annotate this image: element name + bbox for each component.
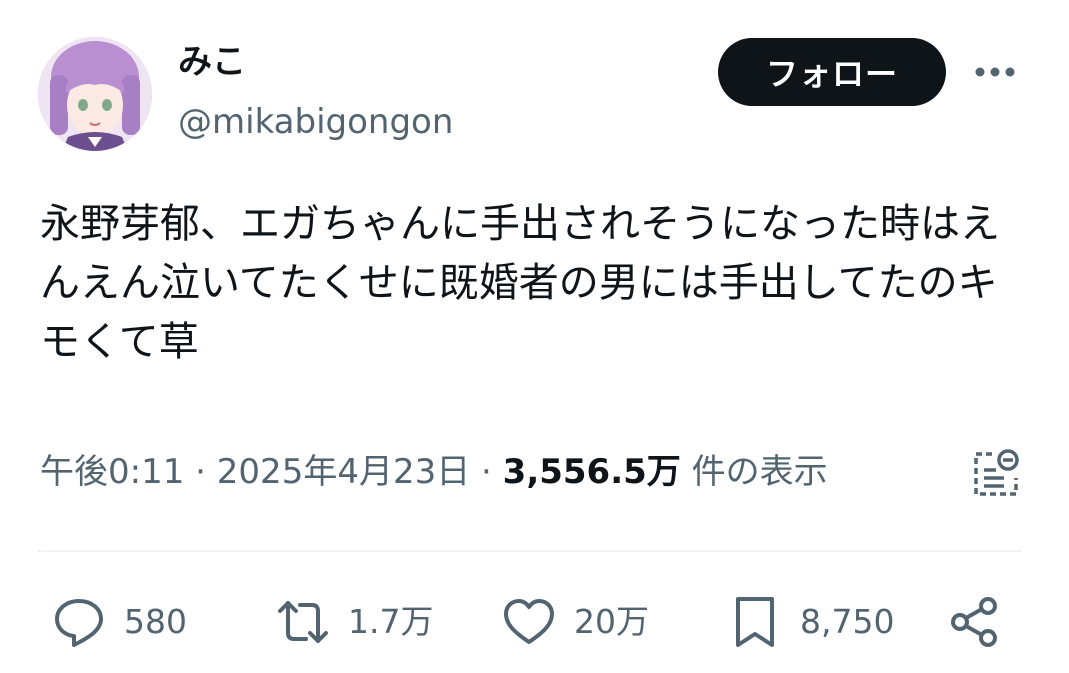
bookmark-count: 8,750: [800, 602, 895, 641]
divider: [38, 550, 1022, 552]
meta-separator: ·: [195, 452, 206, 492]
tweet-meta: 午後0:11 · 2025年4月23日 · 3,556.5万 件の表示: [40, 448, 828, 496]
tweet-text: 永野芽郁、エガちゃんに手出されそうになった時はえんえん泣いてたくせに既婚者の男に…: [40, 201, 1000, 365]
reply-icon: [55, 599, 103, 647]
meta-separator: ·: [481, 452, 492, 492]
avatar-image: [38, 37, 152, 151]
retweet-count: 1.7万: [348, 602, 434, 641]
like-count: 20万: [574, 602, 649, 641]
views-count: 3,556.5万: [502, 452, 681, 492]
tweet-time[interactable]: 午後0:11: [40, 452, 184, 492]
more-horizontal-icon[interactable]: [972, 52, 1018, 92]
like-button[interactable]: 20万: [502, 595, 649, 649]
retweet-button[interactable]: 1.7万: [276, 595, 433, 649]
avatar[interactable]: [38, 37, 152, 151]
bookmark-button[interactable]: 8,750: [728, 595, 894, 649]
user-handle[interactable]: @mikabigongon: [178, 100, 453, 144]
share-button[interactable]: [948, 595, 1002, 649]
follow-button[interactable]: フォロー: [718, 38, 946, 106]
post-analytics-icon[interactable]: [970, 448, 1022, 500]
heart-icon: [504, 599, 554, 644]
display-name[interactable]: みこ: [178, 40, 246, 84]
retweet-icon: [278, 601, 328, 643]
share-icon: [951, 597, 997, 647]
reply-button[interactable]: 580: [52, 595, 187, 649]
reply-count: 580: [124, 602, 187, 641]
views-label: 件の表示: [691, 452, 828, 492]
tweet-date[interactable]: 2025年4月23日: [217, 452, 470, 492]
bookmark-icon: [736, 597, 774, 647]
